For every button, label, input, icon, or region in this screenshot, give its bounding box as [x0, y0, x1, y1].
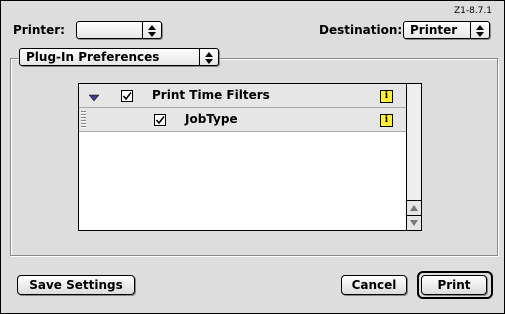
cancel-button[interactable]: Cancel	[341, 275, 407, 295]
info-icon[interactable]: i	[380, 90, 393, 103]
scroll-down-button[interactable]	[407, 215, 421, 230]
print-time-filters-checkbox[interactable]	[121, 90, 133, 102]
vertical-scrollbar[interactable]	[406, 84, 421, 230]
panel-popup[interactable]: Plug-In Preferences	[19, 48, 219, 66]
version-label: Z1-8.7.1	[453, 6, 492, 16]
popup-arrows-icon	[470, 22, 489, 38]
drag-handle-icon[interactable]	[81, 111, 86, 129]
disclosure-triangle-icon[interactable]	[88, 91, 100, 105]
printer-label: Printer:	[13, 23, 65, 37]
list-row-print-time-filters[interactable]: Print Time Filters i	[79, 84, 406, 108]
destination-popup[interactable]: Printer	[403, 21, 490, 39]
popup-arrows-icon	[199, 49, 218, 65]
list-row-jobtype[interactable]: JobType i	[79, 108, 406, 132]
panel-popup-value: Plug-In Preferences	[26, 50, 160, 64]
info-icon[interactable]: i	[380, 114, 393, 127]
print-dialog: Z1-8.7.1 Printer: Destination: Printer P…	[0, 0, 505, 314]
print-button[interactable]: Print	[421, 275, 487, 295]
destination-label: Destination:	[319, 23, 403, 37]
destination-popup-value: Printer	[410, 23, 458, 37]
jobtype-checkbox[interactable]	[154, 114, 166, 126]
scroll-up-button[interactable]	[407, 200, 421, 215]
popup-arrows-icon	[142, 22, 161, 38]
save-settings-button[interactable]: Save Settings	[17, 275, 135, 295]
printer-popup[interactable]	[76, 21, 162, 39]
list-row-label: JobType	[185, 112, 238, 126]
plugin-list[interactable]: Print Time Filters i JobType i	[78, 83, 422, 231]
list-row-label: Print Time Filters	[152, 88, 270, 102]
